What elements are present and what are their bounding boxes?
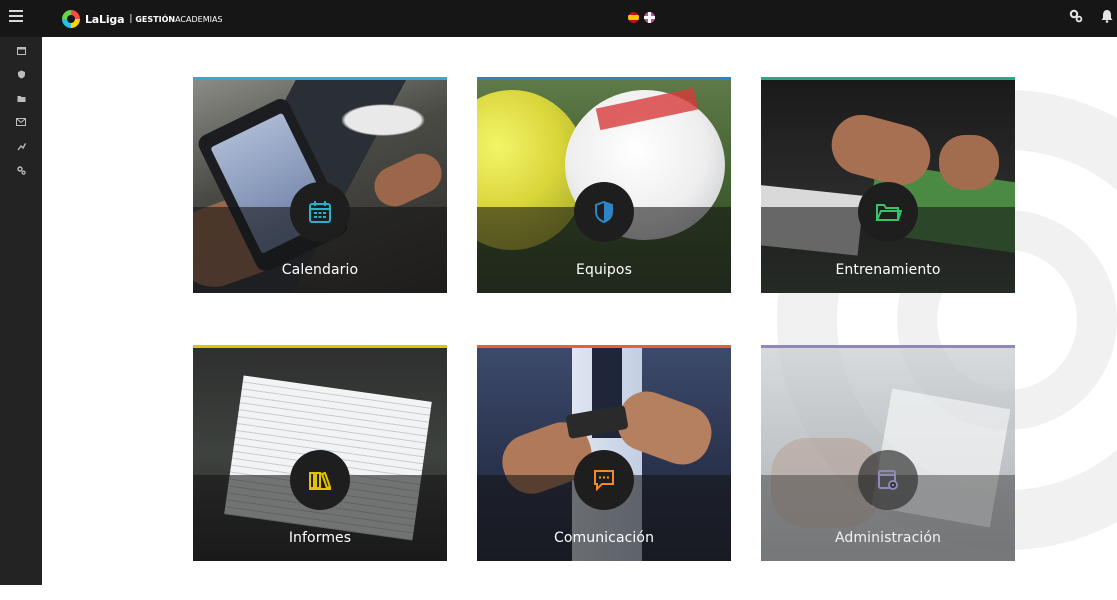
- tile-informes[interactable]: Informes: [193, 345, 447, 561]
- tile-entrenamiento[interactable]: Entrenamiento: [761, 77, 1015, 293]
- spain-flag-icon[interactable]: [628, 12, 639, 23]
- topbar-actions: [1069, 9, 1113, 23]
- gears-icon: [16, 165, 26, 175]
- tile-equipos[interactable]: Equipos: [477, 77, 731, 293]
- tile-label: Administración: [834, 530, 942, 546]
- chat-icon: [574, 450, 634, 510]
- tile-administracion[interactable]: Administración: [761, 345, 1015, 561]
- menu-icon[interactable]: [9, 10, 23, 24]
- sidebar-item-admin[interactable]: [14, 163, 28, 177]
- sidebar-item-teams[interactable]: [14, 67, 28, 81]
- folder-icon: [17, 95, 25, 102]
- brand-logo[interactable]: LaLiga | GESTIÓN ACADEMIAS: [62, 10, 223, 28]
- tile-comunicacion[interactable]: Comunicación: [477, 345, 731, 561]
- sidebar-item-training[interactable]: [14, 91, 28, 105]
- brand-separator: |: [129, 14, 133, 24]
- english-flag-icon[interactable]: [644, 12, 655, 23]
- top-bar: LaLiga | GESTIÓN ACADEMIAS: [0, 0, 1117, 37]
- tile-label: Comunicación: [553, 530, 655, 546]
- sidebar: [0, 37, 42, 585]
- tile-label: Informes: [288, 530, 352, 546]
- chart-icon: [16, 142, 26, 150]
- bell-icon[interactable]: [1101, 9, 1113, 23]
- books-icon: [290, 450, 350, 510]
- calendar-icon: [290, 182, 350, 242]
- calendar-icon: [16, 46, 26, 55]
- sidebar-item-messages[interactable]: [14, 115, 28, 129]
- laliga-logo-icon: [62, 10, 80, 28]
- brand-product-light: ACADEMIAS: [175, 14, 223, 24]
- shield-icon: [17, 70, 25, 78]
- tile-calendario[interactable]: Calendario: [193, 77, 447, 293]
- sidebar-item-reports[interactable]: [14, 139, 28, 153]
- settings-window-icon: [858, 450, 918, 510]
- shield-icon: [574, 182, 634, 242]
- settings-gears-icon[interactable]: [1069, 9, 1083, 23]
- language-selector: [628, 12, 655, 23]
- brand-product-bold: GESTIÓN: [135, 14, 176, 24]
- mail-icon: [16, 118, 26, 126]
- brand-name: LaLiga: [85, 12, 125, 26]
- sidebar-item-calendar[interactable]: [14, 43, 28, 57]
- tile-label: Calendario: [281, 262, 359, 278]
- folder-icon: [858, 182, 918, 242]
- tile-label: Entrenamiento: [835, 262, 941, 278]
- tile-label: Equipos: [576, 262, 632, 278]
